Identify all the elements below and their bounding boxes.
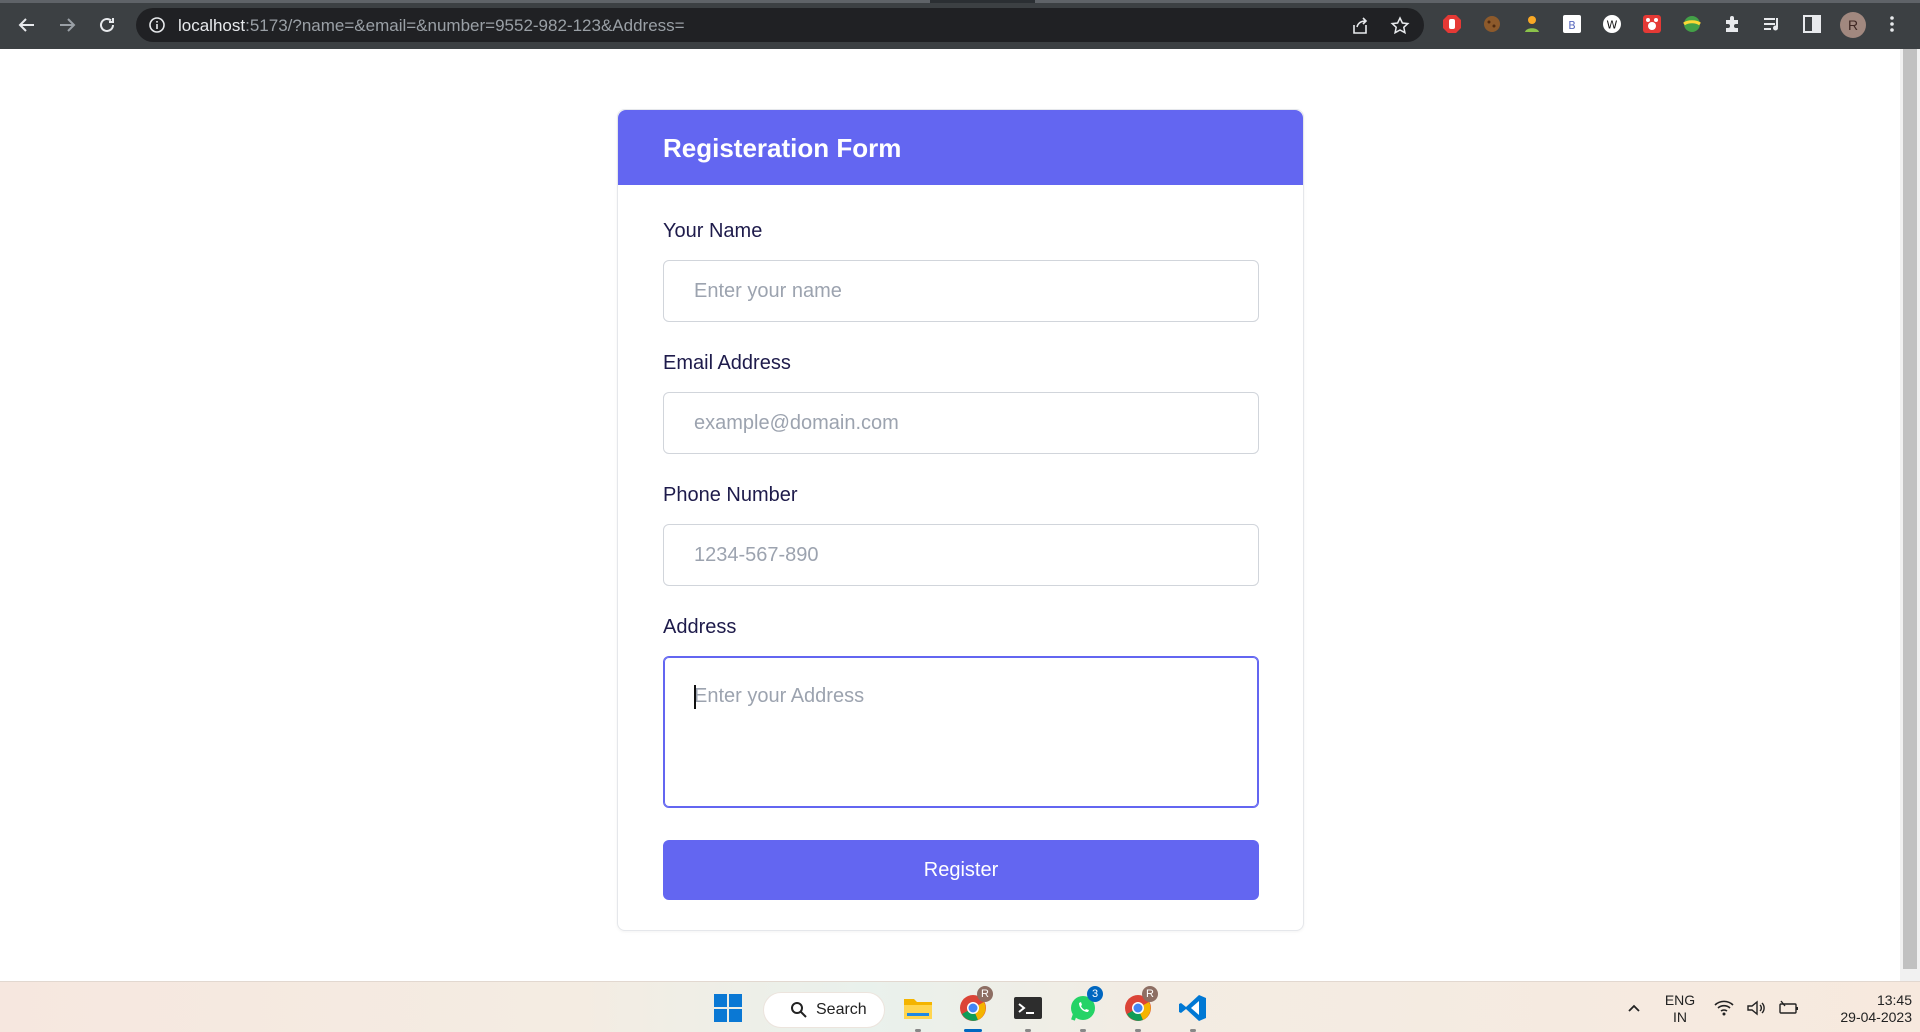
- info-icon[interactable]: [148, 16, 166, 34]
- tab-strip: [0, 0, 1920, 3]
- language-indicator[interactable]: ENG IN: [1660, 992, 1700, 1026]
- chrome-button-2[interactable]: R: [1120, 986, 1158, 1032]
- volume-icon[interactable]: [1744, 990, 1768, 1026]
- show-hidden-icons-button[interactable]: [1616, 990, 1652, 1026]
- forward-button[interactable]: [54, 12, 80, 38]
- chrome-button-1[interactable]: R: [955, 986, 993, 1032]
- name-field-wrapper: [663, 260, 1259, 322]
- terminal-button[interactable]: [1010, 990, 1046, 1032]
- paw-extension-icon[interactable]: [1641, 13, 1663, 35]
- search-icon: [791, 1002, 807, 1018]
- registration-form-card: Registeration Form Your Name Email Addre…: [617, 109, 1304, 931]
- bootstrap-extension-icon[interactable]: B: [1561, 13, 1583, 35]
- profile-avatar[interactable]: R: [1840, 12, 1866, 38]
- clock-time: 13:45: [1876, 992, 1912, 1008]
- extensions-puzzle-icon[interactable]: [1721, 13, 1743, 35]
- url-path: :5173/?name=&email=&number=9552-982-123&…: [245, 16, 685, 35]
- name-label: Your Name: [663, 220, 763, 242]
- vscode-icon: [1179, 995, 1206, 1021]
- whatsapp-notification-badge: 3: [1087, 986, 1103, 1002]
- clock[interactable]: 13:45 29-04-2023: [1812, 992, 1912, 1026]
- browser-toolbar: localhost:5173/?name=&email=&number=9552…: [0, 0, 1920, 49]
- side-panel-icon[interactable]: [1801, 13, 1823, 35]
- file-explorer-button[interactable]: [900, 990, 936, 1032]
- person-extension-icon[interactable]: [1521, 13, 1543, 35]
- wifi-icon[interactable]: [1712, 990, 1736, 1026]
- register-button[interactable]: Register: [663, 840, 1259, 900]
- taskbar: Search R 3 R ENG IN 13:45 29-04-2023: [0, 981, 1920, 1032]
- url-text[interactable]: localhost:5173/?name=&email=&number=9552…: [178, 16, 685, 36]
- arrow-right-icon: [60, 18, 76, 32]
- page-scrollbar[interactable]: [1900, 49, 1920, 981]
- vscode-button[interactable]: [1175, 990, 1211, 1032]
- phone-input[interactable]: [664, 525, 1258, 585]
- language-region: IN: [1673, 1009, 1687, 1025]
- language-code: ENG: [1664, 992, 1696, 1008]
- svg-text:B: B: [1568, 19, 1576, 32]
- folder-icon: [904, 999, 932, 1019]
- start-button[interactable]: [710, 990, 746, 1026]
- address-bar[interactable]: localhost:5173/?name=&email=&number=9552…: [136, 8, 1424, 42]
- svg-text:W: W: [1607, 19, 1618, 32]
- chrome-profile-badge: R: [1142, 986, 1158, 1002]
- more-menu-icon[interactable]: [1881, 13, 1903, 35]
- phone-field-wrapper: [663, 524, 1259, 586]
- address-textarea[interactable]: [664, 657, 1258, 807]
- email-label: Email Address: [663, 352, 791, 374]
- chevron-up-icon: [1628, 1004, 1640, 1012]
- terminal-icon: [1014, 997, 1042, 1019]
- text-caret: [694, 685, 696, 709]
- address-field-wrapper: [663, 656, 1259, 808]
- globe-extension-icon[interactable]: [1681, 13, 1703, 35]
- email-input[interactable]: [664, 393, 1258, 453]
- cookie-extension-icon[interactable]: [1481, 13, 1503, 35]
- form-title: Registeration Form: [663, 133, 902, 163]
- taskbar-search[interactable]: Search: [763, 992, 885, 1028]
- name-input[interactable]: [664, 261, 1258, 321]
- windows-logo-icon: [714, 994, 742, 1022]
- bookmark-star-icon[interactable]: [1390, 16, 1410, 36]
- search-label: Search: [816, 1001, 867, 1018]
- w-extension-icon[interactable]: W: [1601, 13, 1623, 35]
- chrome-profile-badge: R: [977, 986, 993, 1002]
- share-icon[interactable]: [1350, 16, 1370, 36]
- phone-label: Phone Number: [663, 484, 798, 506]
- form-header: Registeration Form: [618, 110, 1303, 185]
- clock-date: 29-04-2023: [1840, 1009, 1912, 1025]
- adblock-extension-icon[interactable]: [1441, 13, 1463, 35]
- address-label: Address: [663, 616, 737, 638]
- reload-button[interactable]: [94, 12, 120, 38]
- url-host: localhost: [178, 16, 246, 35]
- media-queue-icon[interactable]: [1761, 13, 1783, 35]
- back-button[interactable]: [14, 12, 40, 38]
- arrow-left-icon: [18, 18, 34, 32]
- email-field-wrapper: [663, 392, 1259, 454]
- scrollbar-thumb[interactable]: [1903, 49, 1917, 969]
- reload-icon: [100, 17, 114, 32]
- battery-icon[interactable]: [1776, 990, 1800, 1026]
- whatsapp-button[interactable]: 3: [1065, 986, 1103, 1032]
